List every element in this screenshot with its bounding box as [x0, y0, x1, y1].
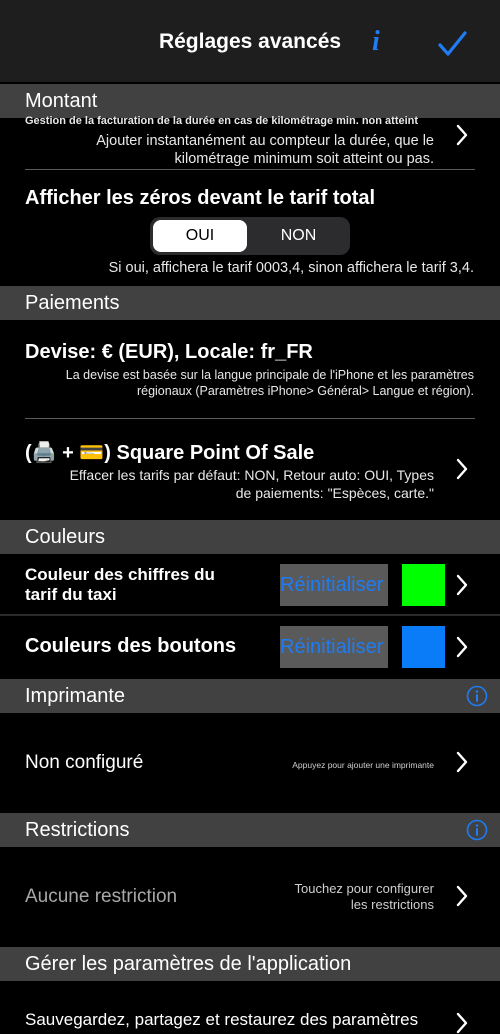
section-header-montant: Montant	[0, 84, 500, 118]
chevron-right-icon	[456, 636, 468, 658]
billing-desc-1: Ajouter instantanément au compteur la du…	[96, 133, 434, 149]
section-title: Imprimante	[25, 685, 126, 707]
segment-non[interactable]: NON	[250, 220, 347, 252]
info-circle-icon[interactable]	[466, 685, 488, 707]
divider	[25, 169, 475, 170]
devise-desc-2: régionaux (Paramètres iPhone> Général> L…	[136, 384, 474, 398]
chevron-right-icon	[456, 574, 468, 596]
devise-title: Devise: € (EUR), Locale: fr_FR	[25, 341, 313, 363]
section-header-gerer: Gérer les paramètres de l'application	[0, 947, 500, 981]
segment-oui[interactable]: OUI	[153, 220, 247, 252]
chevron-right-icon	[456, 885, 468, 907]
checkmark-icon[interactable]	[436, 28, 468, 60]
section-header-imprimante: Imprimante	[0, 679, 500, 713]
boutons-color-swatch[interactable]	[402, 626, 445, 668]
restrictions-hint-1: Touchez pour configurer	[294, 881, 434, 896]
reset-chiffres-button[interactable]: Réinitialiser	[280, 564, 388, 606]
restrictions-status: Aucune restriction	[25, 886, 178, 907]
chevron-right-icon	[456, 124, 468, 146]
zeros-title: Afficher les zéros devant le tarif total	[25, 187, 376, 209]
reset-boutons-button[interactable]: Réinitialiser	[280, 626, 388, 668]
divider	[0, 614, 500, 616]
chiffres-color-swatch[interactable]	[402, 564, 445, 606]
chiffres-label-2: tarif du taxi	[25, 585, 117, 604]
page-title: Réglages avancés	[158, 30, 342, 53]
backup-label: Sauvegardez, partagez et restaurez des p…	[25, 1010, 419, 1029]
nav-bar: Réglages avancés i	[0, 0, 500, 82]
zeros-segmented-control[interactable]: OUI NON	[150, 217, 350, 255]
chevron-right-icon	[456, 458, 468, 480]
section-header-restrictions: Restrictions	[0, 813, 500, 847]
section-title: Montant	[25, 90, 98, 112]
info-button[interactable]: i	[372, 26, 380, 58]
divider	[25, 418, 475, 419]
section-title: Couleurs	[25, 526, 106, 548]
restrictions-hint-2: les restrictions	[350, 897, 434, 912]
info-circle-icon[interactable]	[466, 819, 488, 841]
section-title: Gérer les paramètres de l'application	[25, 953, 352, 975]
billing-desc-2: kilométrage minimum soit atteint ou pas.	[174, 151, 435, 167]
devise-desc-1: La devise est basée sur la langue princi…	[65, 368, 474, 382]
boutons-label: Couleurs des boutons	[25, 635, 237, 657]
billing-title: Gestion de la facturation de la durée en…	[25, 115, 419, 127]
section-title: Paiements	[25, 292, 120, 314]
square-desc-2: de paiements: "Espèces, carte."	[235, 485, 434, 501]
chevron-right-icon	[456, 1012, 468, 1034]
square-desc-1: Effacer les tarifs par défaut: NON, Reto…	[69, 467, 434, 483]
chevron-right-icon	[456, 751, 468, 773]
square-title: (🖨️ + 💳) Square Point Of Sale	[25, 442, 315, 464]
section-title: Restrictions	[25, 819, 130, 841]
section-header-couleurs: Couleurs	[0, 520, 500, 554]
chiffres-label-1: Couleur des chiffres du	[25, 565, 215, 584]
section-header-paiements: Paiements	[0, 286, 500, 320]
zeros-desc: Si oui, affichera le tarif 0003,4, sinon…	[108, 260, 474, 276]
printer-status: Non configuré	[25, 752, 144, 773]
printer-hint: Appuyez pour ajouter une imprimante	[292, 760, 434, 770]
